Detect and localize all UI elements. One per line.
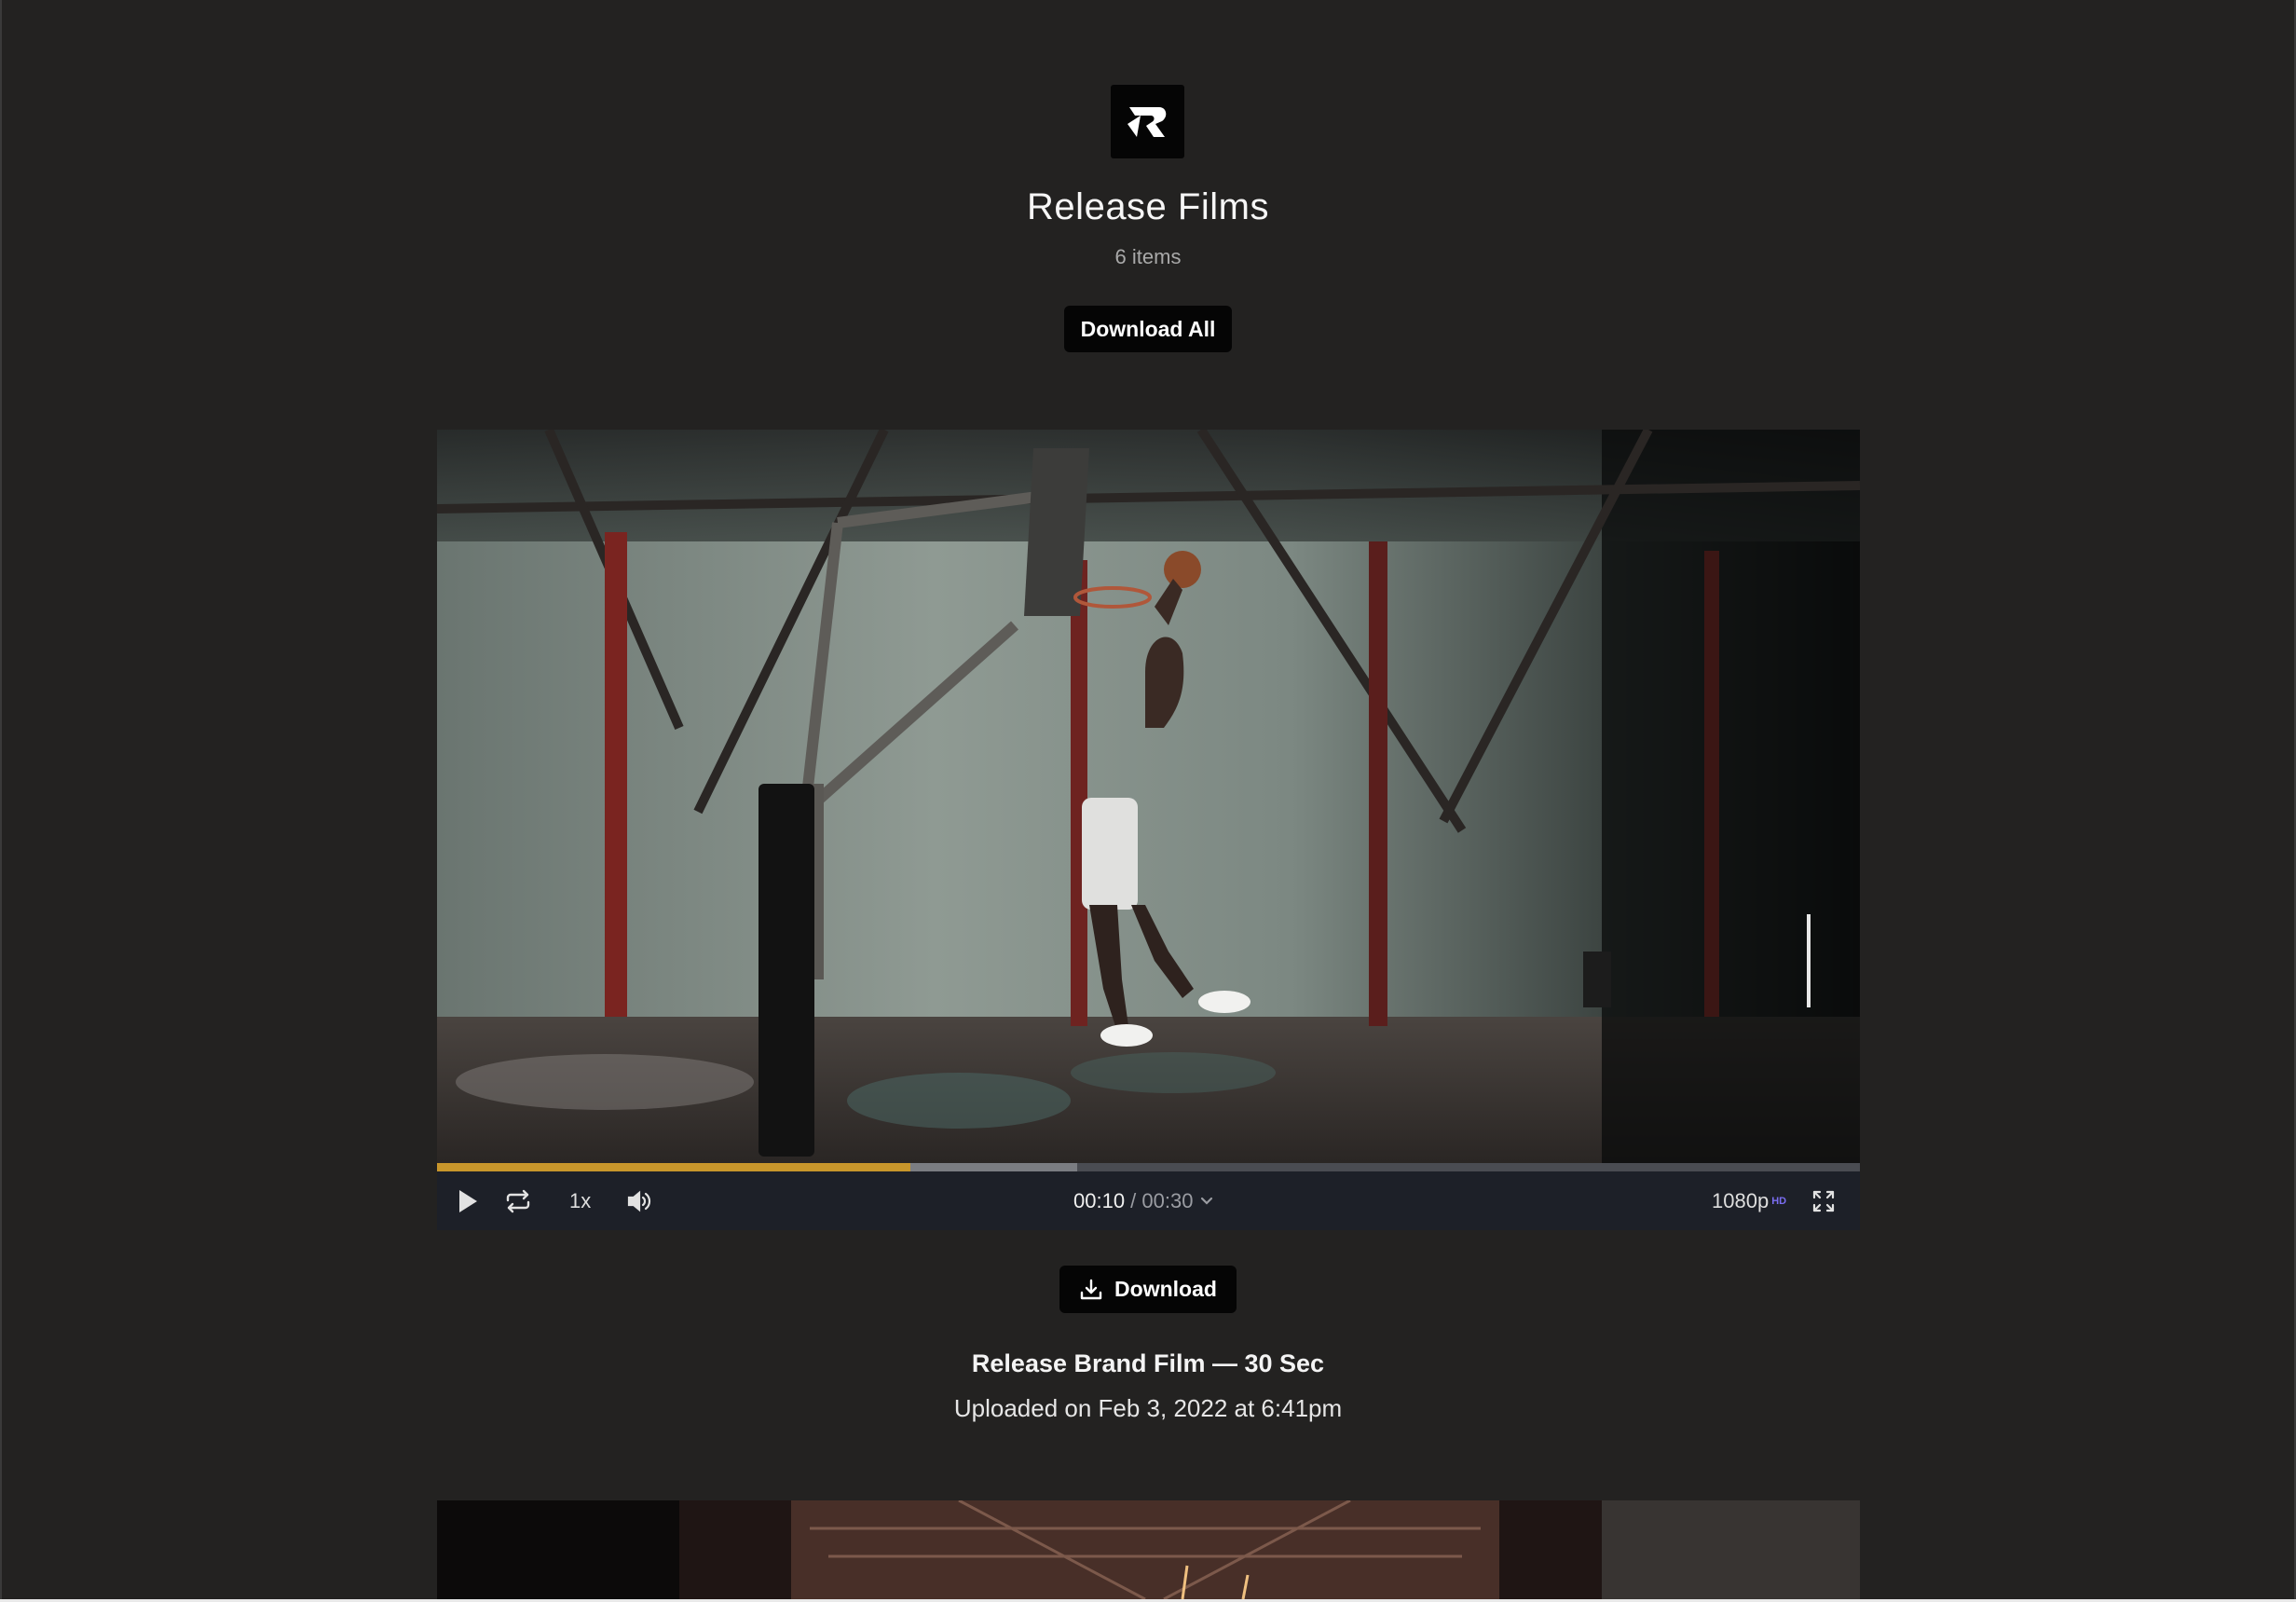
video-frame[interactable] [437,430,1860,1163]
quality-selector[interactable]: 1080p HD [1712,1171,1796,1230]
chevron-down-icon [1201,1197,1213,1205]
download-button[interactable]: Download [1059,1266,1237,1313]
collection-title: Release Films [1027,186,1269,227]
time-display[interactable]: 00:10 / 00:30 [1073,1171,1250,1230]
volume-icon[interactable] [627,1171,655,1230]
download-label: Download [1114,1277,1217,1301]
hd-badge: HD [1771,1195,1787,1207]
quality-label: 1080p [1712,1188,1770,1212]
video-player[interactable]: 1x 00:10 / 00:30 1080p HD [437,430,1860,1230]
film-title: Release Brand Film — 30 Sec [971,1349,1325,1377]
player-controls: 1x 00:10 / 00:30 1080p HD [437,1171,1860,1230]
release-logo-icon [1111,85,1184,158]
current-time: 00:10 [1073,1188,1126,1212]
play-icon[interactable] [458,1171,485,1230]
download-icon [1080,1279,1102,1299]
next-video-preview[interactable] [437,1500,1860,1599]
upload-date: Uploaded on Feb 3, 2022 at 6:41pm [953,1394,1343,1422]
duration: 00:30 [1141,1188,1194,1212]
download-all-button[interactable]: Download All [1064,306,1232,352]
played-bar [437,1163,911,1171]
loop-icon[interactable] [504,1171,534,1230]
playback-speed[interactable]: 1x [569,1171,597,1230]
time-separator: / [1125,1188,1142,1212]
progress-bar[interactable] [437,1163,1860,1171]
item-count: 6 items [1114,245,1182,268]
fullscreen-icon[interactable] [1812,1171,1838,1230]
download-all-label: Download All [1080,316,1216,341]
